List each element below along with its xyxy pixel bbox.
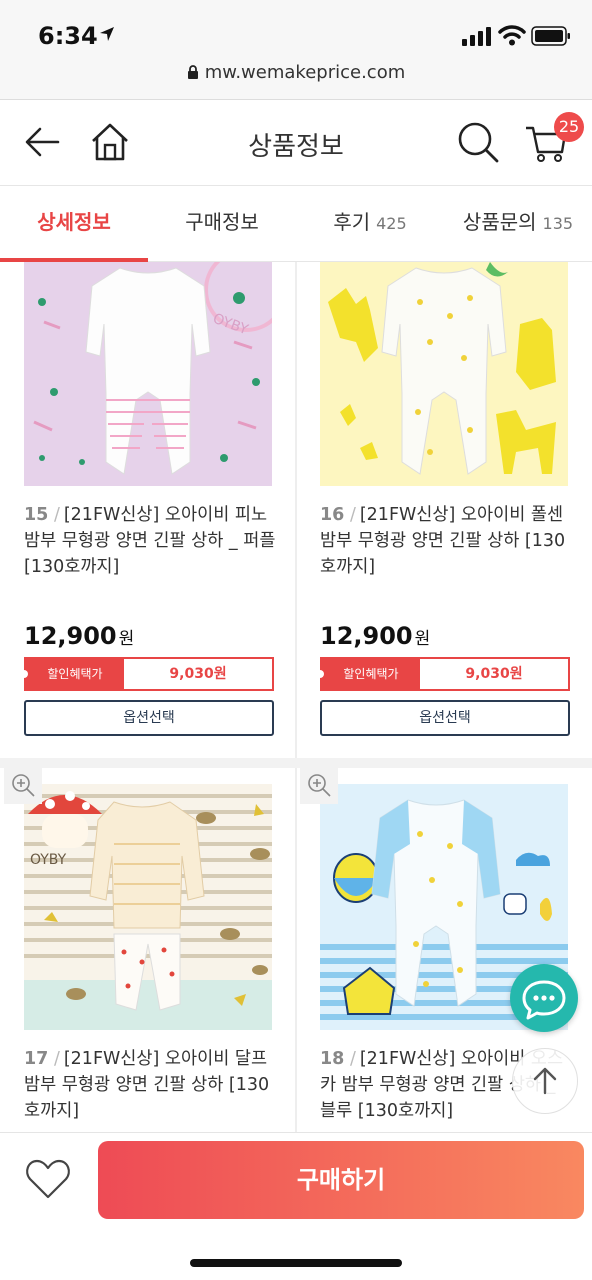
- tab-qna[interactable]: 상품문의 135: [444, 186, 592, 262]
- tab-label: 구매정보: [185, 210, 259, 234]
- column-divider: [295, 262, 297, 1132]
- brand-watermark: OYBY: [30, 852, 67, 868]
- product-price-15: 12,900 원: [24, 622, 134, 650]
- chat-button[interactable]: [510, 964, 578, 1032]
- product-image-15[interactable]: OYBY: [24, 262, 272, 486]
- location-arrow-icon: [100, 27, 114, 41]
- chat-icon: [522, 980, 566, 1020]
- option-select-button-16[interactable]: 옵션선택: [320, 700, 570, 736]
- product-price-16: 12,900 원: [320, 622, 430, 650]
- brand-watermark: OYBY: [211, 311, 251, 339]
- product-number: 16: [320, 505, 345, 525]
- status-bar: 6:34 mw.wemakeprice.com: [0, 0, 592, 100]
- tab-label: 상품문의: [462, 210, 537, 234]
- bottom-action-bar: 구매하기: [0, 1132, 592, 1280]
- heart-icon[interactable]: [24, 1157, 72, 1201]
- row-divider: [0, 758, 592, 768]
- product-name-17[interactable]: 17 /[21FW신상] 오아이비 달프 밤부 무형광 양면 긴팔 상하 [13…: [24, 1046, 280, 1124]
- product-number: 17: [24, 1049, 49, 1069]
- product-title: [21FW신상] 오아이비 폴센 밤부 무형광 양면 긴팔 상하 [130호까지…: [320, 505, 566, 577]
- zoom-icon: [308, 774, 331, 797]
- status-time: 6:34: [38, 22, 98, 50]
- product-title: [21FW신상] 오아이비 달프 밤부 무형광 양면 긴팔 상하 [130호까지…: [24, 1049, 270, 1121]
- back-arrow-icon[interactable]: [20, 120, 64, 164]
- lock-icon: [187, 65, 198, 79]
- home-icon[interactable]: [88, 120, 132, 164]
- discount-notch: [316, 670, 324, 678]
- price-currency: 원: [118, 629, 135, 649]
- zoom-button-17[interactable]: [4, 766, 42, 804]
- price-currency: 원: [414, 629, 431, 649]
- price-value: 12,900: [320, 622, 413, 650]
- number-separator: /: [53, 1049, 60, 1069]
- arrow-up-icon: [533, 1067, 557, 1095]
- buy-button[interactable]: 구매하기: [98, 1141, 584, 1219]
- tab-count: 135: [542, 214, 574, 233]
- number-separator: /: [349, 505, 356, 525]
- option-select-button-15[interactable]: 옵션선택: [24, 700, 274, 736]
- discount-label: 할인혜택가: [322, 659, 420, 689]
- product-image-16[interactable]: [320, 262, 568, 486]
- zoom-button-18[interactable]: [300, 766, 338, 804]
- tab-purchase-info[interactable]: 구매정보: [148, 186, 296, 262]
- url-text: mw.wemakeprice.com: [204, 62, 406, 83]
- number-separator: /: [53, 505, 60, 525]
- discount-box-15: 할인혜택가 9,030원: [20, 657, 274, 691]
- product-title: [21FW신상] 오아이비 피노 밤부 무형광 양면 긴팔 상하 _ 퍼플 [1…: [24, 505, 276, 577]
- tab-label: 상세정보: [37, 210, 111, 234]
- tab-count: 425: [376, 214, 407, 233]
- number-separator: /: [349, 1049, 356, 1069]
- price-value: 12,900: [24, 622, 117, 650]
- wifi-icon: [498, 25, 526, 46]
- discount-label: 할인혜택가: [26, 659, 124, 689]
- app-header: 상품정보: [0, 100, 592, 186]
- signal-icon: [462, 27, 491, 46]
- product-number: 18: [320, 1049, 345, 1069]
- product-name-15[interactable]: 15 /[21FW신상] 오아이비 피노 밤부 무형광 양면 긴팔 상하 _ 퍼…: [24, 502, 280, 580]
- search-icon[interactable]: [456, 120, 500, 164]
- tab-detail[interactable]: 상세정보: [0, 186, 148, 262]
- battery-icon: [531, 26, 570, 46]
- scroll-top-button[interactable]: [512, 1048, 578, 1114]
- address-bar[interactable]: mw.wemakeprice.com: [0, 62, 592, 83]
- product-number: 15: [24, 505, 49, 525]
- discount-price: 9,030원: [169, 666, 227, 682]
- cart-count-badge: 25: [554, 112, 584, 142]
- discount-box-16: 할인혜택가 9,030원: [316, 657, 570, 691]
- product-name-16[interactable]: 16 /[21FW신상] 오아이비 폴센 밤부 무형광 양면 긴팔 상하 [13…: [320, 502, 576, 580]
- discount-notch: [20, 670, 28, 678]
- product-image-17[interactable]: OYBY: [24, 784, 272, 1030]
- tab-label: 후기: [333, 210, 371, 234]
- home-indicator: [190, 1259, 402, 1267]
- product-grid: OYBY 15 /[21FW신상] 오아이비 피노 밤부 무형광 양면 긴팔 상…: [0, 262, 592, 1132]
- tab-bar: 상세정보 구매정보 후기 425 상품문의 135: [0, 186, 592, 262]
- discount-price: 9,030원: [465, 666, 523, 682]
- zoom-icon: [12, 774, 35, 797]
- tab-reviews[interactable]: 후기 425: [296, 186, 444, 262]
